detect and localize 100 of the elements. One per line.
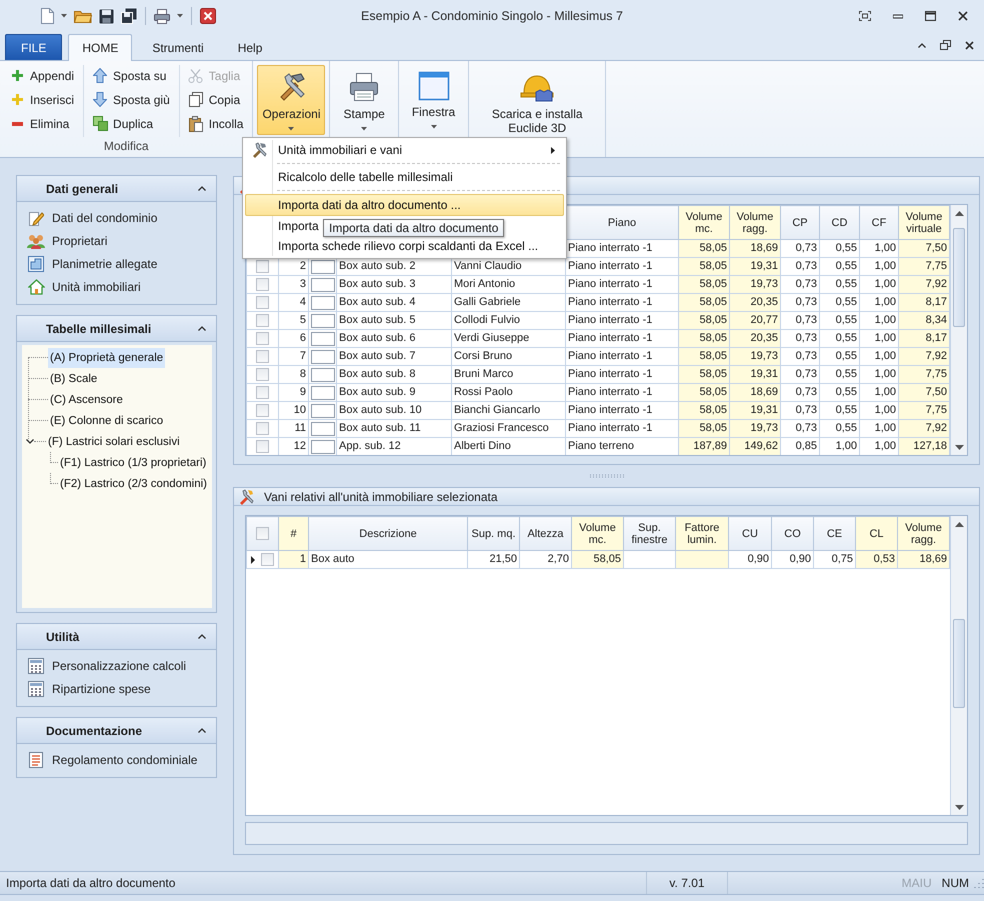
ribbon-button[interactable]: Inserisci: [7, 89, 76, 110]
scroll-down-icon[interactable]: [954, 804, 964, 810]
column-header[interactable]: Descrizione: [308, 516, 468, 550]
column-header[interactable]: Volume ragg.: [898, 516, 950, 550]
row-checkbox[interactable]: [256, 332, 269, 345]
new-document-icon[interactable]: [40, 8, 54, 24]
maximize-icon[interactable]: [925, 11, 936, 21]
menu-item[interactable]: Importa dati da altro documento ...: [245, 194, 564, 216]
ribbon-tab[interactable]: HOME: [68, 34, 132, 61]
tree-item[interactable]: (F) Lastrici solari esclusivi: [46, 432, 182, 452]
ribbon-button[interactable]: Stampe: [338, 65, 390, 135]
scroll-up-icon[interactable]: [954, 210, 964, 216]
caret-icon: [361, 127, 368, 131]
splitter-grip-icon[interactable]: [588, 474, 624, 478]
table-cell: Piano interrato -1: [566, 348, 678, 366]
collapse-icon[interactable]: [198, 186, 206, 191]
resize-grip-icon[interactable]: [974, 878, 984, 888]
menu-item[interactable]: Unità immobiliari e vani: [245, 140, 564, 160]
row-checkbox[interactable]: [256, 350, 269, 363]
column-header[interactable]: CE: [814, 516, 856, 550]
column-header[interactable]: CU: [728, 516, 772, 550]
sidebar-link[interactable]: Regolamento condominiale: [27, 751, 198, 769]
tree-item[interactable]: (F2) Lastrico (2/3 condomini): [58, 474, 209, 494]
column-header[interactable]: CF: [860, 206, 898, 240]
column-header[interactable]: Volume mc.: [572, 516, 624, 550]
scroll-up-icon[interactable]: [954, 522, 964, 526]
column-header[interactable]: Sup. mq.: [468, 516, 520, 550]
scrollbar-thumb[interactable]: [953, 619, 965, 708]
collapse-icon[interactable]: [198, 326, 206, 331]
column-header[interactable]: CP: [780, 206, 820, 240]
scroll-down-icon[interactable]: [954, 444, 964, 450]
sidebar-link[interactable]: Unità immobiliari: [27, 278, 141, 296]
column-header[interactable]: Piano: [566, 206, 678, 240]
table-cell: 0,55: [820, 258, 860, 276]
ribbon-tab[interactable]: Strumenti: [138, 34, 218, 60]
save-all-icon[interactable]: [121, 8, 137, 24]
sidebar-link[interactable]: Ripartizione spese: [27, 680, 151, 698]
table-cell: 58,05: [678, 330, 730, 348]
ribbon-button[interactable]: Copia: [186, 89, 246, 110]
tree-item[interactable]: (E) Colonne di scarico: [48, 410, 166, 430]
table-cell: Piano interrato -1: [566, 366, 678, 384]
ribbon-button[interactable]: Appendi: [7, 65, 76, 86]
column-header[interactable]: Volume ragg.: [730, 206, 780, 240]
ribbon-button[interactable]: Sposta su: [90, 65, 172, 86]
caret-icon[interactable]: [177, 14, 183, 18]
caret-icon[interactable]: [61, 14, 67, 18]
column-header[interactable]: CD: [820, 206, 860, 240]
row-checkbox[interactable]: [256, 404, 269, 417]
printer-icon[interactable]: [154, 8, 170, 24]
row-checkbox[interactable]: [256, 422, 269, 435]
folder-icon[interactable]: [74, 9, 92, 23]
row-checkbox[interactable]: [256, 296, 269, 309]
row-checkbox[interactable]: [256, 368, 269, 381]
close-icon[interactable]: [958, 11, 968, 21]
close-icon[interactable]: [965, 40, 974, 50]
table-cell: 0,55: [820, 312, 860, 330]
sidebar-link[interactable]: Dati del condominio: [27, 209, 158, 227]
table-cell: 10: [278, 402, 308, 420]
row-checkbox[interactable]: [256, 278, 269, 291]
save-icon[interactable]: [99, 8, 114, 24]
row-checkbox[interactable]: [261, 553, 274, 566]
file-tab[interactable]: FILE: [5, 34, 62, 60]
column-header[interactable]: Sup. finestre: [624, 516, 676, 550]
sidebar-link[interactable]: Planimetrie allegate: [27, 255, 158, 273]
collapse-icon[interactable]: [198, 728, 206, 733]
row-checkbox[interactable]: [256, 386, 269, 399]
close-icon[interactable]: [200, 8, 216, 24]
column-header[interactable]: CO: [772, 516, 814, 550]
column-header[interactable]: Fattore lumin.: [676, 516, 728, 550]
column-header[interactable]: #: [278, 516, 308, 550]
table-cell: 0,73: [780, 402, 820, 420]
ribbon-button[interactable]: Incolla: [186, 113, 246, 134]
sidebar-link[interactable]: Proprietari: [27, 232, 108, 250]
column-header[interactable]: CL: [856, 516, 898, 550]
menu-item[interactable]: Importa schede rilievo corpi scaldanti da Excel ...: [245, 236, 564, 256]
row-checkbox[interactable]: [256, 260, 269, 273]
row-checkbox[interactable]: [256, 314, 269, 327]
tree-item[interactable]: (B) Scale: [48, 368, 100, 388]
menu-item[interactable]: Ricalcolo delle tabelle millesimali: [245, 167, 564, 187]
sidebar-link[interactable]: Personalizzazione calcoli: [27, 657, 186, 675]
tree-item[interactable]: (A) Proprietà generale: [48, 348, 166, 368]
ribbon-button[interactable]: Finestra: [406, 65, 460, 135]
ribbon-tab[interactable]: Help: [224, 34, 276, 60]
collapse-ribbon-icon[interactable]: [918, 42, 926, 48]
column-header[interactable]: Volume mc.: [678, 206, 730, 240]
column-header[interactable]: Altezza: [520, 516, 572, 550]
tree-item[interactable]: (F1) Lastrico (1/3 proprietari): [58, 452, 208, 472]
fullscreen-icon[interactable]: [859, 11, 871, 21]
ribbon-button[interactable]: Duplica: [90, 113, 172, 134]
row-checkbox[interactable]: [256, 440, 269, 453]
ribbon-button[interactable]: Elimina: [7, 113, 76, 134]
ribbon-button[interactable]: Operazioni: [257, 65, 326, 135]
ribbon-button[interactable]: Sposta giù: [90, 89, 172, 110]
scrollbar-thumb[interactable]: [953, 228, 965, 327]
collapse-icon[interactable]: [198, 634, 206, 639]
select-all-checkbox[interactable]: [256, 527, 269, 540]
table-cell: 8: [278, 366, 308, 384]
restore-icon[interactable]: [940, 40, 951, 50]
tree-item[interactable]: (C) Ascensore: [48, 390, 125, 410]
column-header[interactable]: Volume virtuale: [898, 206, 950, 240]
